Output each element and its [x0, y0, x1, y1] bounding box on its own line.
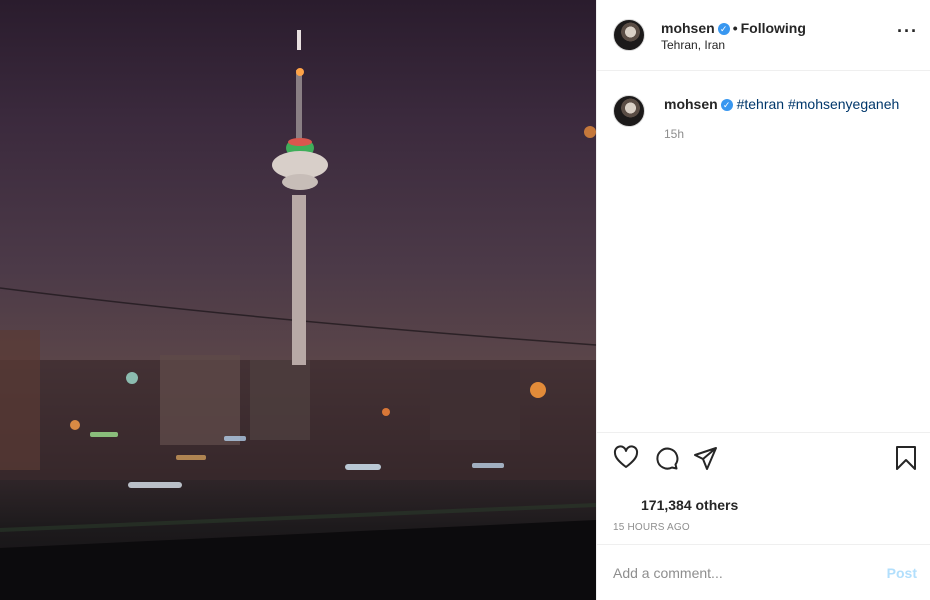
- verified-badge-icon: ✓: [717, 23, 730, 36]
- following-button[interactable]: Following: [741, 20, 806, 36]
- caption-username[interactable]: mohsen: [664, 96, 718, 112]
- hashtag-mohsenyeganeh[interactable]: #mohsenyeganeh: [788, 96, 899, 112]
- post-image-drawing: [0, 30, 596, 600]
- likes-count[interactable]: 171,384 others: [641, 497, 738, 513]
- hashtag-tehran[interactable]: #tehran: [737, 96, 784, 112]
- caption-avatar[interactable]: [613, 95, 645, 127]
- location-link[interactable]: Tehran, Iran: [661, 38, 725, 52]
- more-options-icon[interactable]: ···: [897, 22, 917, 44]
- comment-form: Post: [597, 544, 930, 600]
- share-icon[interactable]: [693, 445, 719, 471]
- username-link[interactable]: mohsen: [661, 20, 715, 36]
- comment-icon[interactable]: [653, 445, 679, 471]
- post-header: mohsen ✓ • Following Tehran, Iran ···: [597, 0, 930, 71]
- action-bar: [597, 432, 930, 484]
- caption-line: mohsen ✓ #tehran #mohsenyeganeh: [664, 96, 899, 112]
- header-user-line: mohsen ✓ • Following: [661, 20, 806, 36]
- separator-dot: •: [732, 20, 738, 36]
- comment-input[interactable]: [613, 560, 873, 586]
- post-comment-button[interactable]: Post: [887, 565, 917, 581]
- avatar[interactable]: [613, 19, 645, 51]
- heart-icon[interactable]: [613, 445, 639, 471]
- caption-timestamp[interactable]: 15h: [664, 127, 684, 141]
- post-image[interactable]: [0, 0, 596, 600]
- verified-badge-icon: ✓: [720, 99, 733, 112]
- bookmark-icon[interactable]: [893, 445, 919, 471]
- post-date[interactable]: 15 HOURS AGO: [613, 522, 690, 533]
- post-side-panel: mohsen ✓ • Following Tehran, Iran ··· mohse…: [596, 0, 930, 600]
